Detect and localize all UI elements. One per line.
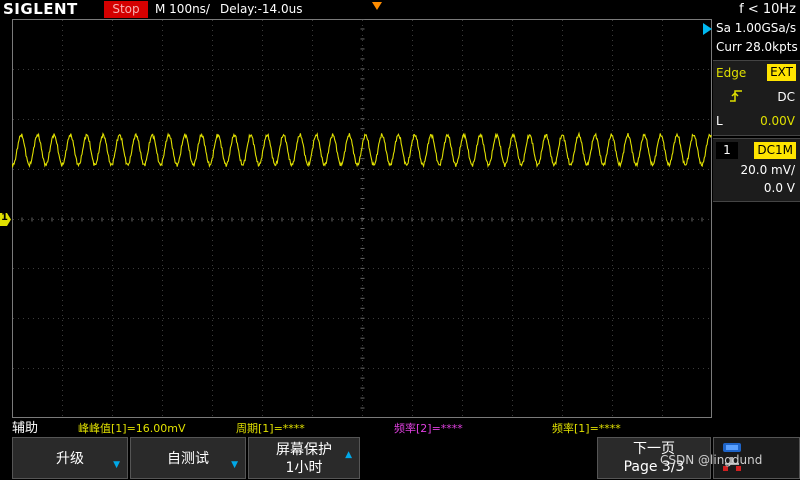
- measurement-bar: 辅助 峰峰值[1]=16.00mV 周期[1]=**** 频率[2]=**** …: [0, 418, 800, 437]
- sample-rate: Sa 1.00GSa/s: [716, 21, 797, 35]
- screensaver-softkey[interactable]: 屏幕保护 1小时 ▲: [248, 437, 360, 479]
- trigger-type: Edge: [716, 66, 747, 80]
- upgrade-label: 升级: [56, 451, 84, 467]
- channel1-offset: 0.0 V: [763, 181, 795, 195]
- acquisition-marker-icon: [703, 23, 712, 35]
- memory-depth: Curr 28.0kpts: [716, 40, 798, 54]
- trigger-coupling: DC: [777, 90, 795, 104]
- channel1-offset-marker[interactable]: 1: [0, 211, 11, 226]
- watermark-text: CSDN @lingdund: [660, 453, 763, 467]
- waveform-display[interactable]: [12, 19, 712, 418]
- measurement-period: 周期[1]=****: [236, 422, 305, 435]
- arrow-down-icon: ▼: [231, 460, 238, 470]
- channel1-marker-label: 1: [1, 212, 8, 223]
- arrow-up-icon: ▲: [345, 450, 352, 460]
- channel1-number: 1: [716, 142, 738, 159]
- arrow-down-icon: ▼: [113, 460, 120, 470]
- trigger-coupling-row: DC: [713, 85, 800, 109]
- menu-title: 辅助: [12, 421, 39, 436]
- trigger-position-icon: [372, 2, 382, 10]
- selftest-softkey[interactable]: 自测试 ▼: [130, 437, 246, 479]
- top-status-bar: SIGLENT Stop M 100ns/ Delay:-14.0us f < …: [0, 0, 800, 19]
- measurement-peak-to-peak: 峰峰值[1]=16.00mV: [78, 422, 186, 435]
- trigger-level-row: L 0.00V: [713, 109, 800, 133]
- screensaver-value: 1小时: [285, 460, 323, 476]
- trigger-level-label: L: [716, 114, 723, 128]
- delay-readout[interactable]: Delay:-14.0us: [220, 0, 303, 19]
- channel1-scale: 20.0 mV/: [740, 163, 795, 177]
- acquisition-panel[interactable]: Sa 1.00GSa/s Curr 28.0kpts: [703, 19, 800, 60]
- graticule: [12, 19, 712, 418]
- channel1-panel[interactable]: 1 DC1M 20.0 mV/ 0.0 V: [713, 138, 800, 202]
- trigger-panel[interactable]: Edge EXT DC L 0.00V: [713, 60, 800, 136]
- trigger-level: 0.00V: [760, 114, 795, 128]
- rising-edge-icon: [730, 90, 742, 102]
- selftest-label: 自测试: [167, 451, 209, 467]
- trigger-type-row: Edge EXT: [713, 61, 800, 85]
- upgrade-softkey[interactable]: 升级 ▼: [12, 437, 128, 479]
- measurement-frequency-ch2: 频率[2]=****: [394, 422, 463, 435]
- measurement-frequency-ch1: 频率[1]=****: [552, 422, 621, 435]
- brand-logo: SIGLENT: [3, 0, 78, 18]
- timebase-readout[interactable]: M 100ns/: [155, 0, 210, 19]
- channel1-coupling-badge: DC1M: [754, 142, 796, 159]
- run-stop-status[interactable]: Stop: [104, 1, 148, 18]
- trigger-frequency-readout: f < 10Hz: [739, 2, 796, 17]
- screensaver-label: 屏幕保护: [276, 442, 332, 458]
- channel1-waveform: [12, 131, 712, 169]
- trigger-source-badge: EXT: [767, 64, 796, 81]
